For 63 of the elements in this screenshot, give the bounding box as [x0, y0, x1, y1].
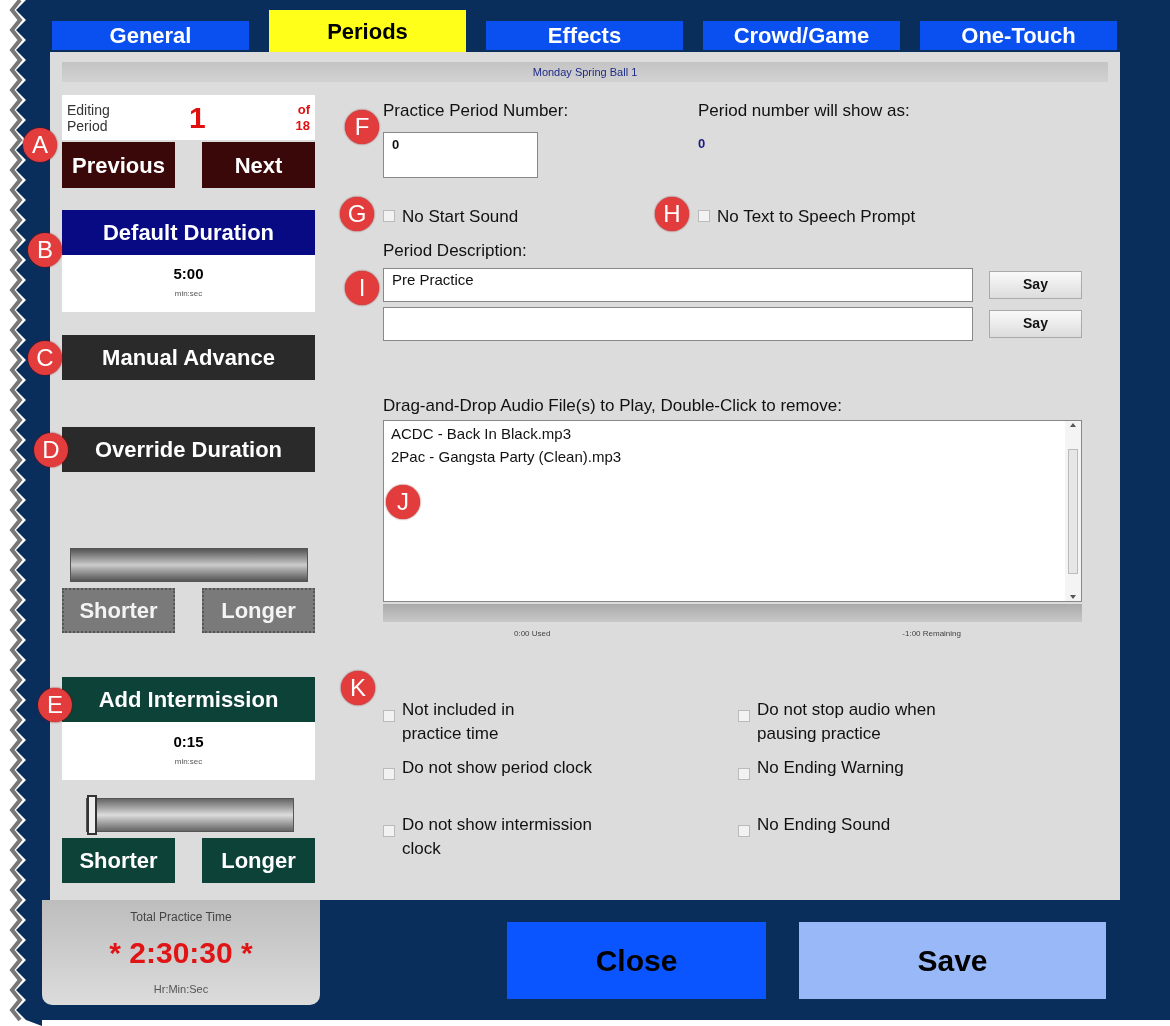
audio-file-item[interactable]: ACDC - Back In Black.mp3 [391, 422, 1058, 445]
tab[interactable]: Periods [269, 10, 466, 52]
period-number-preview: 0 [698, 134, 707, 153]
preview-label: Period number will show as: [698, 100, 910, 122]
checkbox[interactable] [698, 210, 710, 223]
description-field[interactable] [383, 306, 973, 341]
duration-button[interactable]: Longer [202, 838, 315, 883]
period-total: 18 [295, 117, 310, 134]
save-button[interactable]: Save [799, 922, 1106, 999]
duration-time: 5:00 [173, 264, 204, 284]
schedule-title: Monday Spring Ball 1 [532, 64, 638, 80]
scroll-thumb[interactable] [1068, 448, 1078, 574]
description-field[interactable]: Pre Practice [383, 267, 973, 302]
nav-button[interactable]: Previous [62, 142, 175, 188]
scroll-down-icon[interactable] [1070, 595, 1076, 599]
field-label: Period Description: [383, 240, 528, 262]
checkbox-label: No Ending Sound [757, 814, 891, 836]
duration-button[interactable]: Shorter [62, 838, 175, 883]
checkbox[interactable] [738, 825, 750, 837]
of-label: of [297, 101, 310, 118]
nav-button[interactable]: Next [202, 142, 315, 188]
checkbox[interactable] [383, 210, 395, 223]
checkbox-label: No Ending Warning [757, 757, 904, 779]
current-period: 1 [189, 100, 206, 136]
duration-unit: min:sec [174, 287, 203, 300]
say-button[interactable]: Say [989, 309, 1082, 338]
checkbox[interactable] [738, 710, 750, 722]
manual-advance-button[interactable]: Manual Advance [62, 335, 315, 380]
checkbox-label: Not included in practice time [402, 699, 515, 745]
duration-header: Default Duration [62, 210, 315, 255]
total-time-unit: Hr:Min:Sec [153, 982, 209, 997]
tab[interactable]: Crowd/Game [703, 21, 900, 50]
audio-file-item[interactable]: 2Pac - Gangsta Party (Clean).mp3 [391, 445, 1058, 468]
slider-track[interactable] [86, 798, 294, 832]
checkbox-label: Do not show period clock [402, 757, 592, 779]
tab[interactable]: One-Touch [920, 21, 1117, 50]
checkbox[interactable] [383, 710, 395, 722]
checkbox-label: Do not stop audio when pausing practice [757, 699, 936, 745]
scrollbar[interactable] [1065, 421, 1081, 601]
checkbox-label: Do not show intermission clock [402, 814, 592, 860]
slider-thumb[interactable] [87, 795, 97, 835]
tab[interactable]: General [52, 21, 249, 50]
total-time: * 2:30:30 * [109, 935, 253, 971]
audio-label: Drag-and-Drop Audio File(s) to Play, Double-Click to remove: [383, 394, 843, 417]
intermission-time: 0:15 [173, 732, 204, 752]
checkbox[interactable] [738, 768, 750, 780]
total-time-label: Total Practice Time [130, 909, 232, 926]
field-label: Practice Period Number: [383, 100, 570, 122]
checkbox-label: No Text to Speech Prompt [717, 205, 916, 228]
close-button[interactable]: Close [507, 922, 766, 999]
say-button[interactable]: Say [989, 270, 1082, 299]
override-duration-button[interactable]: Override Duration [62, 427, 315, 472]
tab[interactable]: Effects [486, 21, 683, 50]
intermission-unit: min:sec [174, 755, 203, 768]
editing-label: Editing Period [67, 101, 111, 134]
scroll-up-icon[interactable] [1070, 423, 1076, 427]
checkbox-label: No Start Sound [402, 205, 519, 228]
period-number-field[interactable]: 0 [383, 131, 538, 178]
remaining-time: -1:00 Remaining [902, 628, 961, 640]
intermission-header: Add Intermission [62, 677, 315, 722]
used-time: 0:00 Used [514, 628, 551, 640]
checkbox[interactable] [383, 825, 395, 837]
checkbox[interactable] [383, 768, 395, 780]
